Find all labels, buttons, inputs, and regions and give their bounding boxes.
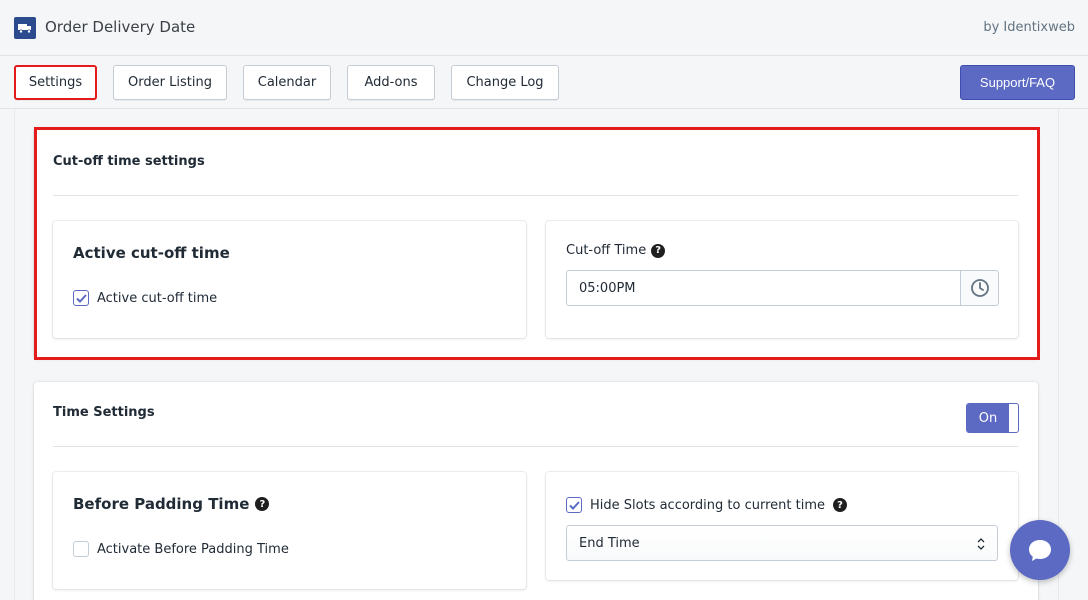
support-faq-button[interactable]: Support/FAQ [960, 65, 1075, 100]
checkmark-icon [75, 293, 87, 303]
active-cutoff-heading-text: Active cut-off time [73, 244, 230, 262]
time-settings-toggle[interactable]: On [966, 403, 1019, 433]
active-cutoff-checkbox[interactable] [73, 290, 89, 306]
divider [53, 195, 1018, 196]
slot-time-select-value: End Time [579, 535, 640, 551]
hide-slots-checkbox-row[interactable]: Hide Slots according to current time ? [566, 497, 847, 513]
cutoff-settings-title: Cut-off time settings [53, 154, 205, 169]
tab-calendar[interactable]: Calendar [243, 65, 331, 100]
vendor-label: by Identixweb [983, 20, 1075, 35]
tab-settings[interactable]: Settings [14, 65, 97, 100]
chat-widget-button[interactable] [1010, 520, 1070, 580]
chat-bubble-icon [1029, 540, 1051, 561]
active-cutoff-checkbox-row[interactable]: Active cut-off time [73, 290, 217, 306]
before-padding-heading-text: Before Padding Time [73, 495, 250, 513]
cutoff-time-label: Cut-off Time ? [566, 243, 666, 258]
cutoff-time-input-group [566, 270, 999, 306]
help-icon[interactable]: ? [651, 243, 666, 258]
active-cutoff-card [53, 221, 526, 338]
before-padding-card [53, 472, 526, 589]
hide-slots-checkbox[interactable] [566, 497, 582, 513]
delivery-truck-icon [14, 17, 36, 39]
before-padding-checkbox[interactable] [73, 541, 89, 557]
divider [53, 446, 1018, 447]
before-padding-heading: Before Padding Time ? [73, 495, 270, 513]
tab-order-listing[interactable]: Order Listing [113, 65, 227, 100]
active-cutoff-heading: Active cut-off time [73, 244, 230, 262]
select-arrows-icon [977, 535, 985, 553]
time-settings-title: Time Settings [53, 405, 155, 420]
hide-slots-label: Hide Slots according to current time [590, 497, 825, 513]
before-padding-checkbox-row[interactable]: Activate Before Padding Time [73, 541, 289, 557]
cutoff-time-label-text: Cut-off Time [566, 243, 647, 258]
app-title: Order Delivery Date [45, 18, 196, 36]
main-nav: Settings Order Listing Calendar Add-ons … [0, 56, 1088, 109]
help-icon[interactable]: ? [255, 497, 270, 511]
checkmark-icon [568, 500, 580, 510]
tab-add-ons[interactable]: Add-ons [347, 65, 435, 100]
cutoff-time-input[interactable] [566, 270, 961, 306]
help-icon[interactable]: ? [833, 498, 847, 512]
tab-change-log[interactable]: Change Log [451, 65, 559, 100]
active-cutoff-checkbox-label: Active cut-off time [97, 290, 218, 306]
app-header: Order Delivery Date by Identixweb [0, 0, 1088, 56]
toggle-on-label: On [967, 404, 1009, 432]
clock-icon[interactable] [961, 270, 999, 306]
slot-time-select[interactable]: End Time [566, 525, 998, 561]
before-padding-checkbox-label: Activate Before Padding Time [97, 541, 289, 557]
